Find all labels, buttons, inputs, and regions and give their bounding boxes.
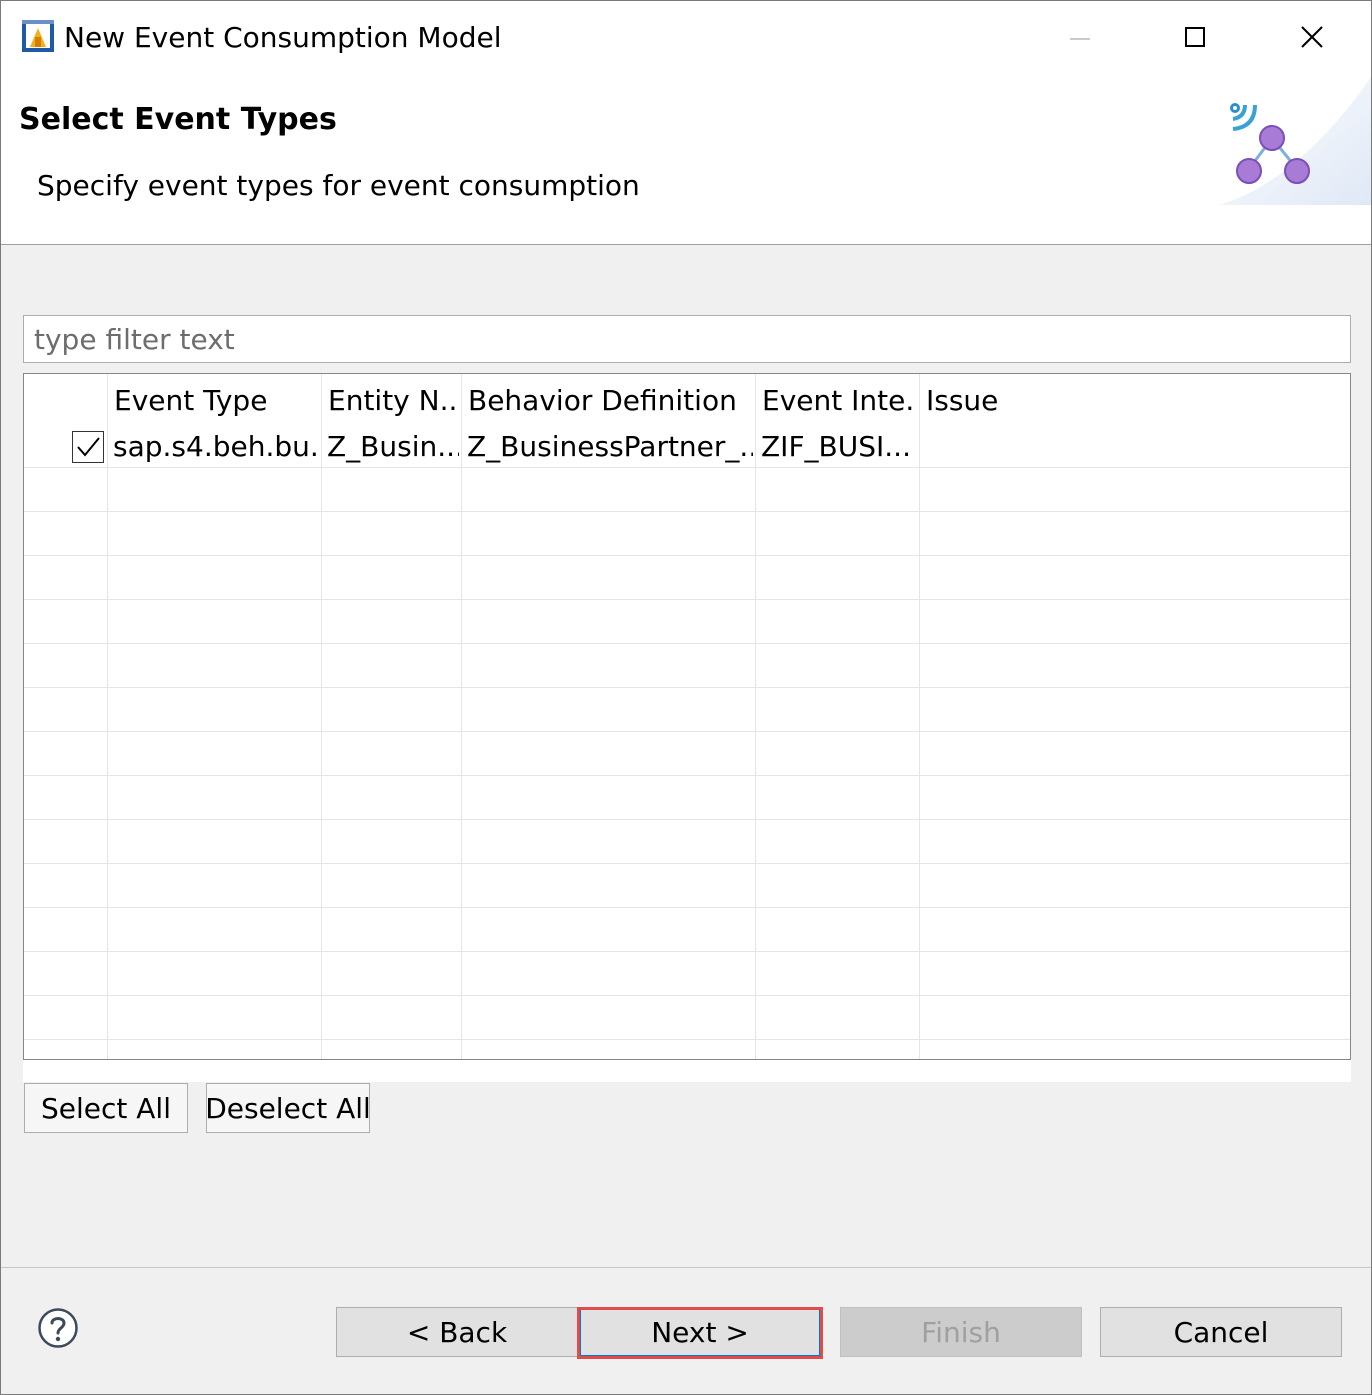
minimize-button[interactable] xyxy=(1051,11,1109,63)
column-divider xyxy=(321,374,322,1059)
row-divider xyxy=(24,555,1350,556)
eclipse-wizard-icon xyxy=(22,20,54,52)
row-divider xyxy=(24,907,1350,908)
column-header-event-interface[interactable]: Event Inte... xyxy=(762,382,916,420)
cell-event-type[interactable]: sap.s4.beh.bu... xyxy=(113,428,319,466)
table-bottom-strip xyxy=(23,1060,1351,1082)
row-divider xyxy=(24,863,1350,864)
row-divider xyxy=(24,467,1350,468)
select-all-button[interactable]: Select All xyxy=(24,1083,188,1133)
column-divider xyxy=(755,374,756,1059)
column-header-issue[interactable]: Issue xyxy=(926,382,1126,420)
maximize-button[interactable] xyxy=(1166,11,1224,63)
close-button[interactable] xyxy=(1283,11,1341,63)
row-divider xyxy=(24,643,1350,644)
row-checkbox[interactable] xyxy=(72,431,104,463)
column-divider xyxy=(461,374,462,1059)
row-divider xyxy=(24,1039,1350,1040)
cell-event-interface[interactable]: ZIF_BUSI... xyxy=(761,428,917,466)
row-divider xyxy=(24,511,1350,512)
wizard-dialog: New Event Consumption Model Select Event… xyxy=(0,0,1372,1395)
row-divider xyxy=(24,819,1350,820)
row-divider xyxy=(24,951,1350,952)
title-bar[interactable]: New Event Consumption Model xyxy=(1,1,1371,77)
cell-entity-name[interactable]: Z_Busin... xyxy=(327,428,459,466)
finish-button[interactable]: Finish xyxy=(840,1307,1082,1357)
row-divider xyxy=(24,995,1350,996)
row-divider xyxy=(24,731,1350,732)
minimize-icon xyxy=(1070,38,1090,40)
wizard-header: Select Event Types Specify event types f… xyxy=(1,77,1371,245)
column-header-behavior-definition[interactable]: Behavior Definition xyxy=(468,382,752,420)
deselect-all-button[interactable]: Deselect All xyxy=(205,1083,371,1133)
close-icon xyxy=(1301,26,1323,48)
column-divider xyxy=(919,374,920,1059)
column-header-entity-name[interactable]: Entity N... xyxy=(328,382,458,420)
row-divider xyxy=(24,599,1350,600)
filter-input[interactable] xyxy=(23,315,1351,363)
question-mark-icon[interactable] xyxy=(37,1307,79,1349)
next-button[interactable]: Next > xyxy=(579,1307,821,1357)
back-button[interactable]: < Back xyxy=(336,1307,578,1357)
page-description: Specify event types for event consumptio… xyxy=(37,169,640,202)
checkmark-icon xyxy=(77,437,100,457)
maximize-icon xyxy=(1185,27,1205,47)
footer-separator xyxy=(1,1267,1371,1268)
window-title: New Event Consumption Model xyxy=(64,21,502,54)
page-title: Select Event Types xyxy=(19,102,337,137)
event-types-table[interactable]: Event Type Entity N... Behavior Definiti… xyxy=(23,373,1351,1060)
event-network-icon xyxy=(1219,77,1371,205)
cancel-button[interactable]: Cancel xyxy=(1100,1307,1342,1357)
column-divider xyxy=(107,374,108,1059)
row-divider xyxy=(24,687,1350,688)
column-header-event-type[interactable]: Event Type xyxy=(114,382,314,420)
row-divider xyxy=(24,775,1350,776)
cell-behavior-definition[interactable]: Z_BusinessPartner_... xyxy=(467,428,753,466)
